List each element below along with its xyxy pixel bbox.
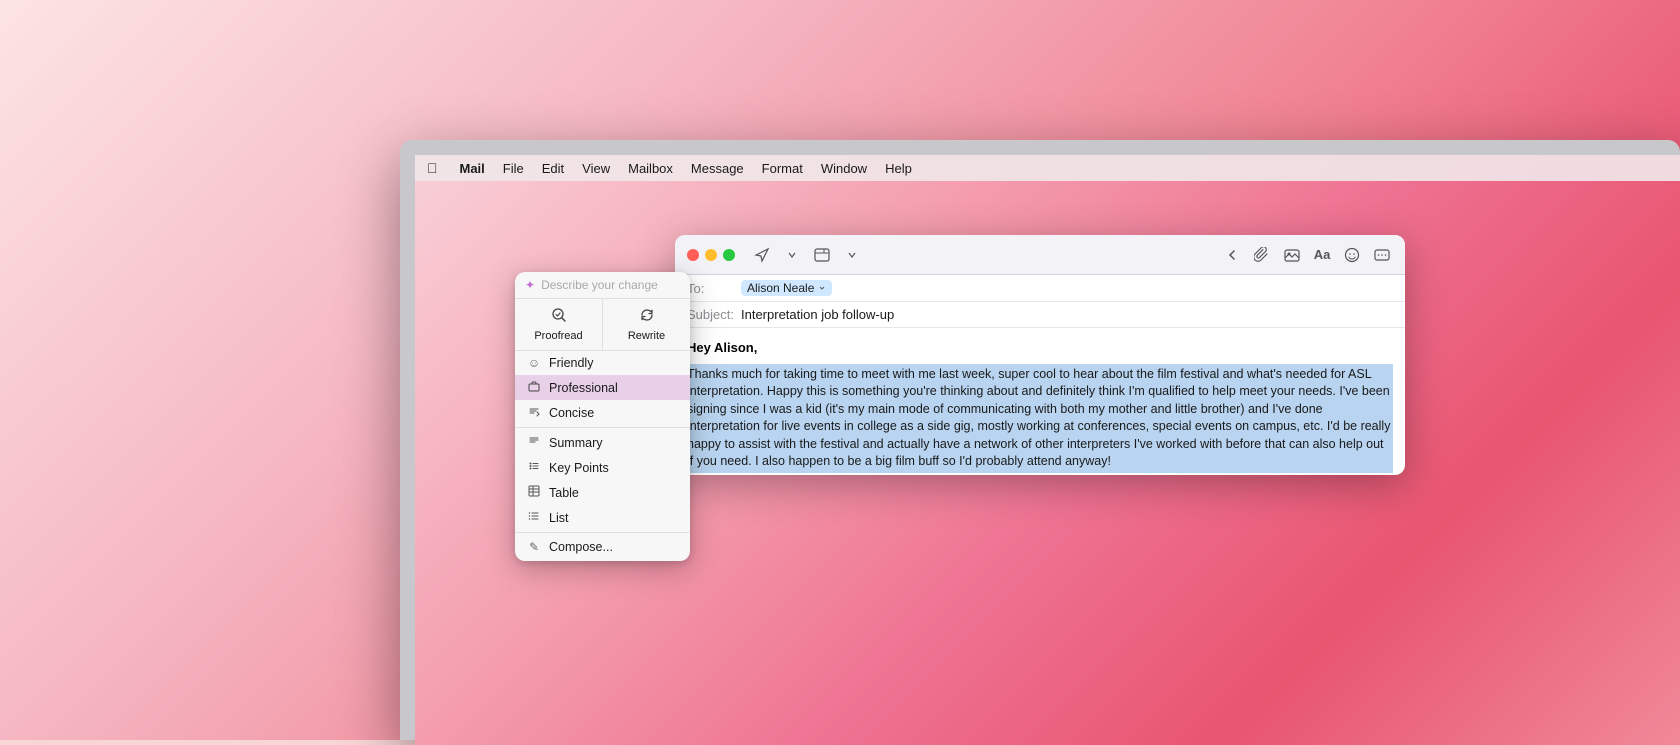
list-icon xyxy=(527,510,541,525)
maximize-button[interactable] xyxy=(723,249,735,261)
rewrite-icon xyxy=(639,307,655,326)
emoji-icon[interactable] xyxy=(1341,244,1363,266)
attachment-icon[interactable] xyxy=(1251,244,1273,266)
recipient-badge[interactable]: Alison Neale xyxy=(741,280,832,296)
rewrite-button[interactable]: Rewrite xyxy=(603,299,690,350)
menubar-message[interactable]: Message xyxy=(691,161,744,176)
mail-body-text: Thanks much for taking time to meet with… xyxy=(687,364,1393,473)
proofread-icon xyxy=(551,307,567,326)
minimize-button[interactable] xyxy=(705,249,717,261)
table-label: Table xyxy=(549,486,579,500)
send-dropdown-icon[interactable] xyxy=(781,244,803,266)
menu-item-table[interactable]: Table xyxy=(515,480,690,505)
mail-compose-window: Aa To: Alison Neale xyxy=(675,235,1405,475)
menu-item-friendly[interactable]: ☺ Friendly xyxy=(515,351,690,375)
menubar-format[interactable]: Format xyxy=(762,161,803,176)
compose-options-icon[interactable] xyxy=(811,244,833,266)
summary-icon xyxy=(527,435,541,450)
proofread-label: Proofread xyxy=(534,330,582,342)
menubar-file[interactable]: File xyxy=(503,161,524,176)
menu-item-concise[interactable]: Concise xyxy=(515,400,690,425)
mail-greeting: Hey Alison, xyxy=(687,338,1393,358)
recipient-name: Alison Neale xyxy=(747,281,814,295)
menubar-view[interactable]: View xyxy=(582,161,610,176)
mail-fields: To: Alison Neale Subject: Interpretation… xyxy=(675,275,1405,328)
proofread-button[interactable]: Proofread xyxy=(515,299,603,350)
back-icon[interactable] xyxy=(1221,244,1243,266)
keypoints-icon xyxy=(527,460,541,475)
concise-icon xyxy=(527,405,541,420)
menubar-edit[interactable]: Edit xyxy=(542,161,564,176)
menubar-window[interactable]: Window xyxy=(821,161,867,176)
ai-writing-popup: ✦ Describe your change Proofread xyxy=(515,272,690,561)
menubar:  Mail File Edit View Mailbox Message Fo… xyxy=(415,155,1680,181)
ai-actions-row: Proofread Rewrite xyxy=(515,299,690,351)
ai-search-bar[interactable]: ✦ Describe your change xyxy=(515,272,690,299)
menubar-mail[interactable]: Mail xyxy=(460,161,485,176)
professional-icon xyxy=(527,380,541,395)
table-icon xyxy=(527,485,541,500)
compose-label: Compose... xyxy=(549,540,613,554)
keypoints-label: Key Points xyxy=(549,461,609,475)
compose-icon: ✎ xyxy=(527,540,541,554)
friendly-label: Friendly xyxy=(549,356,593,370)
menu-item-compose[interactable]: ✎ Compose... xyxy=(515,535,690,561)
subject-label: Subject: xyxy=(687,307,737,322)
summary-label: Summary xyxy=(549,436,602,450)
send-icon[interactable] xyxy=(751,244,773,266)
apple-menu[interactable]:  xyxy=(427,160,438,176)
menu-item-professional[interactable]: Professional xyxy=(515,375,690,400)
traffic-lights xyxy=(687,249,735,261)
subject-field-row: Subject: Interpretation job follow-up xyxy=(675,302,1405,328)
menu-divider-2 xyxy=(515,532,690,533)
close-button[interactable] xyxy=(687,249,699,261)
concise-label: Concise xyxy=(549,406,594,420)
list-label: List xyxy=(549,511,568,525)
menubar-mailbox[interactable]: Mailbox xyxy=(628,161,673,176)
mail-toolbar: Aa xyxy=(675,235,1405,275)
compose-options-dropdown[interactable] xyxy=(841,244,863,266)
professional-label: Professional xyxy=(549,381,618,395)
menu-item-list[interactable]: List xyxy=(515,505,690,530)
subject-value[interactable]: Interpretation job follow-up xyxy=(741,307,894,322)
ai-sparkle-icon: ✦ xyxy=(525,278,535,292)
font-icon[interactable]: Aa xyxy=(1311,244,1333,266)
friendly-icon: ☺ xyxy=(527,356,541,370)
mail-body[interactable]: Hey Alison, Thanks much for taking time … xyxy=(675,328,1405,475)
to-label: To: xyxy=(687,281,737,296)
menubar-help[interactable]: Help xyxy=(885,161,912,176)
menu-item-summary[interactable]: Summary xyxy=(515,430,690,455)
rewrite-label: Rewrite xyxy=(628,330,665,342)
more-icon[interactable] xyxy=(1371,244,1393,266)
to-field-row: To: Alison Neale xyxy=(675,275,1405,302)
menu-divider xyxy=(515,427,690,428)
photo-icon[interactable] xyxy=(1281,244,1303,266)
menu-item-keypoints[interactable]: Key Points xyxy=(515,455,690,480)
ai-search-placeholder: Describe your change xyxy=(541,278,658,292)
